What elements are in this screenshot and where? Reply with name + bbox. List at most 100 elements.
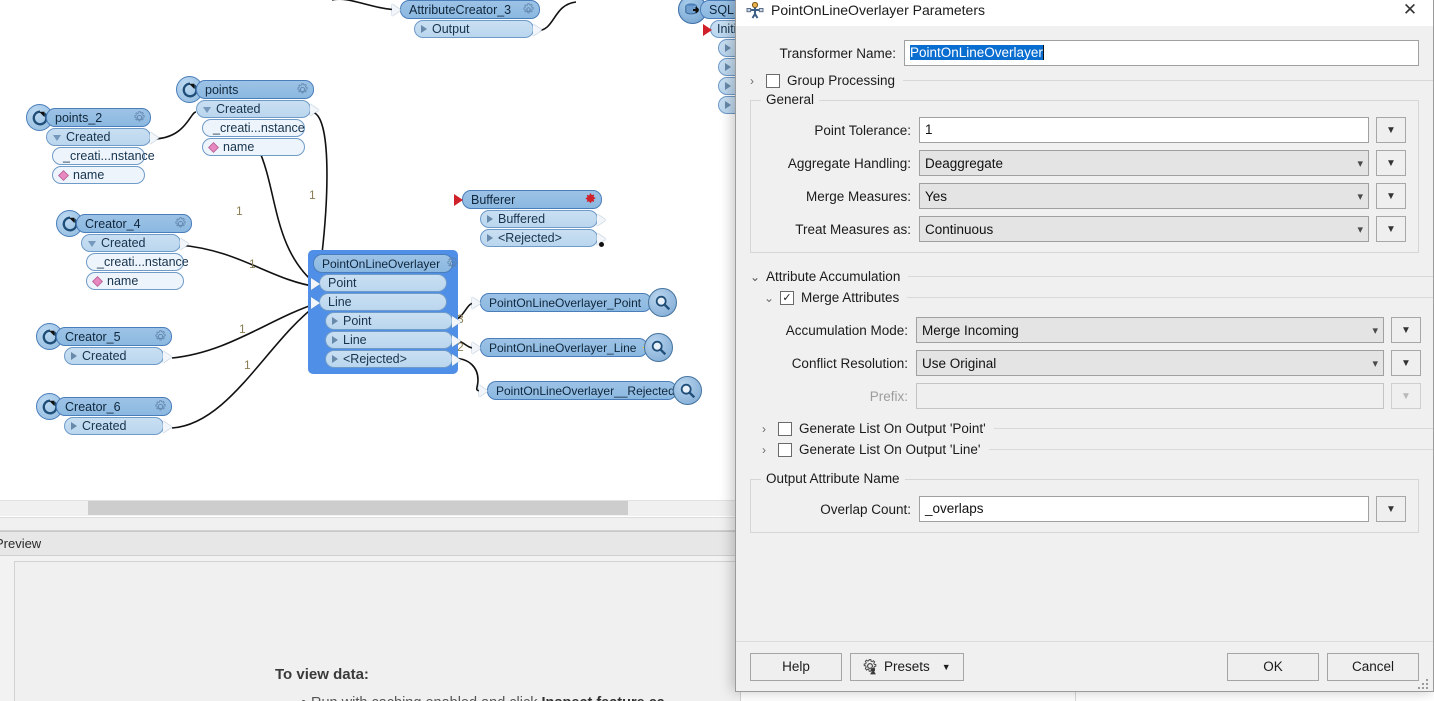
chevron-right-icon[interactable]: ›	[762, 422, 778, 436]
panel-splitter[interactable]	[0, 517, 740, 531]
port-created[interactable]: Created	[64, 417, 172, 435]
conflict-resolution-dropdown-button[interactable]: ▼	[1391, 350, 1421, 376]
port-buffered[interactable]: Buffered	[480, 210, 606, 228]
presets-button[interactable]: Presets ▼	[850, 652, 964, 681]
node-sql-reader[interactable]: SQL Initia <S Re In <R	[678, 0, 740, 114]
gear-icon[interactable]	[133, 111, 146, 124]
generate-list-point-checkbox[interactable]	[778, 421, 792, 436]
conflict-resolution-select[interactable]: Use Original ▾	[916, 350, 1384, 376]
port-rejected[interactable]: <Rejected>	[480, 229, 606, 247]
node-creator-6[interactable]: Creator_6 Created	[36, 393, 172, 435]
output-arrow-icon	[310, 104, 319, 116]
close-icon[interactable]: ✕	[1387, 0, 1433, 26]
node-header[interactable]: points_2	[46, 108, 151, 127]
cancel-button[interactable]: Cancel	[1327, 652, 1419, 681]
magnifier-icon[interactable]	[644, 333, 673, 362]
merge-measures-select[interactable]: Yes ▾	[919, 183, 1369, 209]
node-header[interactable]: SQL	[700, 0, 740, 19]
port-output[interactable]: Output	[414, 20, 542, 38]
gear-icon[interactable]	[174, 217, 187, 230]
generate-list-line-checkbox[interactable]	[778, 442, 792, 457]
gear-icon[interactable]	[296, 83, 309, 96]
node-attributecreator-3[interactable]: AttributeCreator_3 Output	[392, 0, 542, 38]
port-label: Output	[432, 22, 470, 36]
node-creator-4[interactable]: Creator_4 Created _creati...nstance name	[56, 210, 192, 290]
port-out-rejected[interactable]: <Rejected>	[325, 350, 461, 368]
node-output-rejected[interactable]: PointOnLineOverlayer__Rejected_	[479, 376, 702, 405]
attribute-accumulation-header[interactable]: ⌄ Attribute Accumulation	[736, 269, 1433, 284]
merge-measures-dropdown-button[interactable]: ▼	[1376, 183, 1406, 209]
port-label: <Rejected>	[343, 352, 407, 366]
chevron-right-icon[interactable]: ›	[750, 74, 766, 88]
point-tolerance-row: Point Tolerance: 1 ▼	[751, 117, 1406, 143]
group-processing-checkbox[interactable]	[766, 73, 780, 88]
port-created[interactable]: Created	[64, 347, 172, 365]
gear-icon[interactable]	[522, 3, 535, 16]
magnifier-icon[interactable]	[648, 288, 677, 317]
chevron-right-icon[interactable]: ›	[762, 443, 778, 457]
gear-icon[interactable]	[154, 330, 167, 343]
group-processing-row[interactable]: › Group Processing	[736, 73, 1433, 88]
node-points-2[interactable]: points_2 Created _creati...nstance name	[26, 104, 159, 184]
accumulation-mode-dropdown-button[interactable]: ▼	[1391, 317, 1421, 343]
node-header[interactable]: Bufferer	[454, 190, 602, 209]
node-header[interactable]: AttributeCreator_3	[392, 0, 540, 19]
merge-attributes-row[interactable]: ⌄ ✓ Merge Attributes	[736, 290, 1433, 305]
transformer-name-input[interactable]: PointOnLineOverlayer	[904, 40, 1419, 66]
node-header[interactable]: Creator_4	[76, 214, 192, 233]
node-bufferer[interactable]: Bufferer Buffered <Rejected>	[454, 190, 606, 247]
gear-icon[interactable]	[154, 400, 167, 413]
port-created[interactable]: Created	[196, 100, 319, 118]
node-title: Creator_4	[85, 216, 141, 231]
accumulation-mode-select[interactable]: Merge Incoming ▾	[916, 317, 1384, 343]
input-arrow-icon	[472, 297, 481, 309]
help-button[interactable]: Help	[750, 652, 842, 681]
node-points[interactable]: points Created _creati...nstance name	[176, 76, 319, 156]
node-header[interactable]: PointOnLineOverlayer	[313, 254, 458, 273]
attr-label: _creati...nstance	[63, 149, 155, 163]
node-header[interactable]: PointOnLineOverlayer_Line	[472, 338, 655, 357]
magnifier-icon[interactable]	[673, 376, 702, 405]
generate-list-line-row[interactable]: › Generate List On Output 'Line'	[736, 442, 1433, 457]
ok-button[interactable]: OK	[1227, 652, 1319, 681]
node-header[interactable]: Creator_5	[56, 327, 172, 346]
port-in-line[interactable]: Line	[311, 293, 447, 311]
node-creator-5[interactable]: Creator_5 Created	[36, 323, 172, 365]
node-header[interactable]: PointOnLineOverlayer_Point	[472, 293, 660, 312]
aggregate-handling-select[interactable]: Deaggregate ▾	[919, 150, 1369, 176]
accumulation-mode-value: Merge Incoming	[922, 322, 1019, 338]
generate-list-point-row[interactable]: › Generate List On Output 'Point'	[736, 421, 1433, 436]
preview-bullet-1-text: Run with caching enabled and click	[311, 695, 542, 701]
port-out-line[interactable]: Line	[325, 331, 461, 349]
chevron-down-icon[interactable]: ⌄	[764, 291, 780, 305]
aggregate-handling-dropdown-button[interactable]: ▼	[1376, 150, 1406, 176]
workspace-canvas[interactable]: 1 1 1 1 1 3 2 AttributeCreator_3 Output	[0, 0, 740, 500]
preview-tabbar[interactable]: ual Preview	[0, 532, 740, 556]
dialog-titlebar[interactable]: PointOnLineOverlayer Parameters ✕	[736, 0, 1433, 26]
overlap-count-input[interactable]: _overlaps	[919, 496, 1369, 522]
node-pointonlineoverlayer[interactable]: PointOnLineOverlayer Point Line Point Li…	[311, 254, 461, 368]
port-created[interactable]: Created	[46, 128, 159, 146]
point-tolerance-dropdown-button[interactable]: ▼	[1376, 117, 1406, 143]
treat-measures-as-select[interactable]: Continuous ▾	[919, 216, 1369, 242]
treat-measures-as-dropdown-button[interactable]: ▼	[1376, 216, 1406, 242]
canvas-hscrollbar-thumb[interactable]	[88, 501, 628, 515]
node-header[interactable]: Creator_6	[56, 397, 172, 416]
point-tolerance-input[interactable]: 1	[919, 117, 1369, 143]
chevron-down-icon: ▾	[1357, 223, 1363, 236]
overlap-count-dropdown-button[interactable]: ▼	[1376, 496, 1406, 522]
merge-attributes-checkbox[interactable]: ✓	[780, 290, 794, 305]
gear-icon-error[interactable]	[584, 193, 597, 206]
node-header[interactable]: points	[196, 80, 314, 99]
gear-icon[interactable]	[446, 257, 459, 270]
node-output-point[interactable]: PointOnLineOverlayer_Point	[472, 288, 677, 317]
resize-grip[interactable]	[1418, 677, 1430, 689]
node-output-line[interactable]: PointOnLineOverlayer_Line	[472, 333, 673, 362]
port-created[interactable]: Created	[81, 234, 189, 252]
port-in-point[interactable]: Point	[311, 274, 447, 292]
port-out-point[interactable]: Point	[325, 312, 461, 330]
conflict-resolution-label: Conflict Resolution:	[791, 355, 908, 371]
chevron-down-icon[interactable]: ⌄	[750, 270, 766, 284]
tab-visual-preview[interactable]: ual Preview	[0, 536, 41, 551]
node-header[interactable]: PointOnLineOverlayer__Rejected_	[479, 381, 700, 400]
